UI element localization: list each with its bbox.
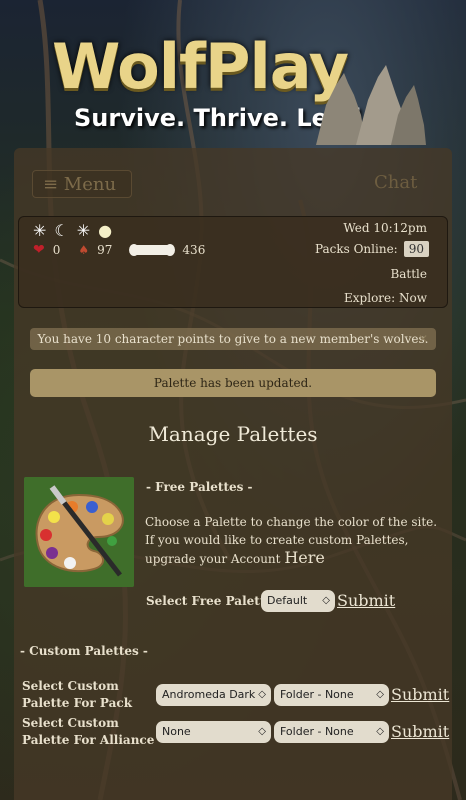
packs-online[interactable]: Packs Online: 90 xyxy=(315,241,429,257)
alliance-palette-value: None xyxy=(162,725,191,738)
chevron-down-icon: ◇ xyxy=(258,726,266,737)
description-line-2-text: If you would like to create custom Palet… xyxy=(145,533,409,566)
phase-icons: ✳ ☾ ✳ ● xyxy=(33,221,112,240)
bones-count: 436 xyxy=(182,243,206,257)
battle-link[interactable]: Battle xyxy=(390,267,427,281)
free-palette-select[interactable]: Default ◇ xyxy=(261,590,335,612)
explore-link[interactable]: Explore: Now xyxy=(344,291,427,305)
pack-folder-select[interactable]: Folder - None ◇ xyxy=(274,684,389,706)
free-palette-value: Default xyxy=(267,594,308,607)
description-line-2: If you would like to create custom Palet… xyxy=(145,531,445,568)
mushroom-icon: ♠ xyxy=(78,243,90,257)
food-count: 97 xyxy=(97,243,113,257)
custom-palettes-label: - Custom Palettes - xyxy=(20,644,148,658)
menu-button[interactable]: ≡ Menu xyxy=(32,170,132,198)
moon-phase-icon: ☾ xyxy=(54,221,69,240)
alliance-folder-select[interactable]: Folder - None ◇ xyxy=(274,721,389,743)
chevron-down-icon: ◇ xyxy=(322,595,330,606)
character-points-alert: You have 10 character points to give to … xyxy=(30,328,436,350)
alliance-palette-label-1: Select Custom xyxy=(22,716,119,730)
pack-palette-select[interactable]: Andromeda Dark ◇ xyxy=(156,684,271,706)
free-submit-button[interactable]: Submit xyxy=(337,591,395,610)
free-palettes-label: - Free Palettes - xyxy=(146,480,253,494)
palette-updated-alert: Palette has been updated. xyxy=(30,369,436,397)
free-palettes-description: Choose a Palette to change the color of … xyxy=(145,513,445,568)
chevron-down-icon: ◇ xyxy=(376,689,384,700)
page-title: Manage Palettes xyxy=(148,422,318,446)
alliance-folder-value: Folder - None xyxy=(280,725,354,738)
logo-title: WolfPlay xyxy=(52,30,349,103)
chevron-down-icon: ◇ xyxy=(376,726,384,737)
sun-phase-icon-2: ✳ xyxy=(76,221,91,240)
pack-palette-label-2: Palette For Pack xyxy=(22,696,133,710)
alliance-palette-label: Select Custom Palette For Alliance xyxy=(22,715,154,749)
select-free-palette-label: Select Free Palette xyxy=(146,594,273,608)
wolves-howling-icon xyxy=(316,65,426,145)
packs-online-label: Packs Online: xyxy=(314,242,398,256)
chat-button[interactable]: Chat xyxy=(374,172,417,193)
pack-palette-label-1: Select Custom xyxy=(22,679,119,693)
bone-icon xyxy=(129,244,176,256)
packs-online-count: 90 xyxy=(403,241,429,257)
full-moon-icon: ● xyxy=(98,221,113,240)
description-line-1: Choose a Palette to change the color of … xyxy=(145,515,438,529)
pack-palette-label: Select Custom Palette For Pack xyxy=(22,678,132,712)
site-logo[interactable]: WolfPlay Survive. Thrive. Lead. xyxy=(0,0,466,150)
paint-palette-icon xyxy=(24,477,134,587)
sun-phase-icon: ✳ xyxy=(33,221,47,240)
alliance-palette-select[interactable]: None ◇ xyxy=(156,721,271,743)
pack-palette-value: Andromeda Dark xyxy=(162,688,256,701)
status-bar: ✳ ☾ ✳ ● ❤ 0 ♠ 97 436 Wed 10:12pm Packs O… xyxy=(18,216,448,308)
hearts-count: 0 xyxy=(52,243,61,257)
alert-text: You have 10 character points to give to … xyxy=(37,332,429,346)
pack-folder-value: Folder - None xyxy=(280,688,354,701)
resource-stats: ❤ 0 ♠ 97 436 xyxy=(33,242,205,258)
alliance-palette-label-2: Palette For Alliance xyxy=(22,733,155,747)
upgrade-here-link[interactable]: Here xyxy=(284,548,325,567)
chevron-down-icon: ◇ xyxy=(258,689,266,700)
heart-icon: ❤ xyxy=(33,242,45,258)
alliance-submit-button[interactable]: Submit xyxy=(391,722,449,741)
pack-submit-button[interactable]: Submit xyxy=(391,685,449,704)
game-time: Wed 10:12pm xyxy=(343,221,427,235)
close-icon[interactable]: ✕ xyxy=(418,328,428,350)
